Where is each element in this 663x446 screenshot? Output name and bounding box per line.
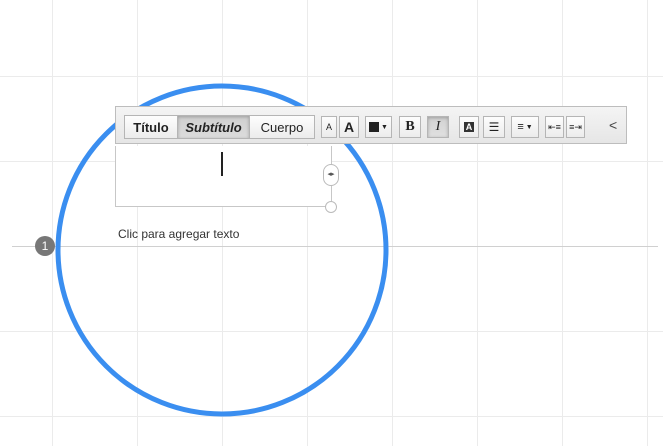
outdent-button[interactable]: ⇤≡ — [545, 116, 564, 138]
text-caret — [221, 152, 223, 176]
align-icon: ≡ — [517, 121, 524, 133]
outdent-icon: ⇤≡ — [548, 121, 561, 132]
style-titulo-button[interactable]: Título — [125, 116, 178, 138]
circle-shape[interactable] — [0, 0, 663, 446]
align-button[interactable]: ≡ ▼ — [511, 116, 539, 138]
text-format-toolbar: Título Subtítulo Cuerpo A A ▼ B I A ☰ ≡ … — [115, 106, 627, 144]
list-icon: ☰ — [488, 120, 500, 134]
style-cuerpo-button[interactable]: Cuerpo — [250, 116, 314, 138]
indent-button[interactable]: ≡⇥ — [566, 116, 585, 138]
style-subtitulo-button[interactable]: Subtítulo — [178, 116, 250, 138]
placeholder-text[interactable]: Clic para agregar texto — [118, 227, 239, 241]
bold-button[interactable]: B — [399, 116, 421, 138]
text-style-segmented-control: Título Subtítulo Cuerpo — [124, 115, 315, 139]
collapse-toolbar-icon[interactable]: < — [609, 117, 617, 133]
indent-icon: ≡⇥ — [569, 121, 582, 132]
italic-button[interactable]: I — [427, 116, 449, 138]
list-button[interactable]: ☰ — [483, 116, 505, 138]
chevron-down-icon: ▼ — [381, 123, 388, 131]
corner-resize-handle[interactable] — [325, 201, 337, 213]
step-marker-badge: 1 — [35, 236, 55, 256]
drawing-canvas[interactable]: 1 ◂▸ Clic para agregar texto — [0, 0, 663, 446]
resize-handle[interactable]: ◂▸ — [323, 164, 339, 186]
text-color-button[interactable]: ▼ — [365, 116, 392, 138]
highlight-button[interactable]: A — [459, 116, 479, 138]
color-swatch-icon — [369, 122, 380, 132]
text-box[interactable] — [115, 146, 332, 207]
decrease-font-button[interactable]: A — [321, 116, 337, 138]
increase-font-button[interactable]: A — [339, 116, 359, 138]
chevron-down-icon: ▼ — [525, 123, 533, 131]
highlight-icon: A — [463, 122, 475, 132]
